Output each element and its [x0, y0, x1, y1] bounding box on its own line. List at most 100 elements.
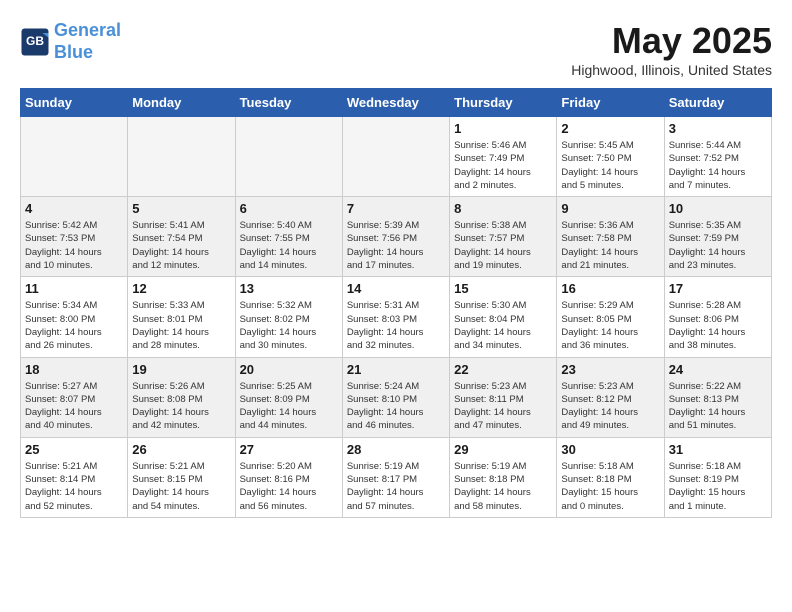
table-cell: 10 Sunrise: 5:35 AM Sunset: 7:59 PM Dayli… [664, 197, 771, 277]
table-cell: 5 Sunrise: 5:41 AM Sunset: 7:54 PM Daylig… [128, 197, 235, 277]
day-number: 2 [561, 121, 659, 136]
day-info: Sunrise: 5:38 AM Sunset: 7:57 PM Dayligh… [454, 219, 552, 272]
day-info: Sunrise: 5:25 AM Sunset: 8:09 PM Dayligh… [240, 380, 338, 433]
table-cell: 8 Sunrise: 5:38 AM Sunset: 7:57 PM Daylig… [450, 197, 557, 277]
table-cell: 22 Sunrise: 5:23 AM Sunset: 8:11 PM Dayli… [450, 357, 557, 437]
logo: GB General Blue [20, 20, 121, 63]
day-number: 30 [561, 442, 659, 457]
table-cell: 28 Sunrise: 5:19 AM Sunset: 8:17 PM Dayli… [342, 437, 449, 517]
day-info: Sunrise: 5:40 AM Sunset: 7:55 PM Dayligh… [240, 219, 338, 272]
table-cell: 19Sunrise: 5:26 AM Sunset: 8:08 PM Dayli… [128, 357, 235, 437]
title-area: May 2025 Highwood, Illinois, United Stat… [571, 20, 772, 78]
col-thursday: Thursday [450, 89, 557, 117]
logo-line2: Blue [54, 42, 93, 62]
day-number: 5 [132, 201, 230, 216]
logo-icon: GB [20, 27, 50, 57]
table-cell: 25 Sunrise: 5:21 AM Sunset: 8:14 PM Dayli… [21, 437, 128, 517]
day-info: Sunrise: 5:19 AM Sunset: 8:17 PM Dayligh… [347, 460, 445, 513]
table-cell: 31 Sunrise: 5:18 AM Sunset: 8:19 PM Dayli… [664, 437, 771, 517]
day-number: 17 [669, 281, 767, 296]
table-cell: 4 Sunrise: 5:42 AM Sunset: 7:53 PM Daylig… [21, 197, 128, 277]
day-number: 26 [132, 442, 230, 457]
month-title: May 2025 [571, 20, 772, 62]
day-info: Sunrise: 5:28 AM Sunset: 8:06 PM Dayligh… [669, 299, 767, 352]
calendar-row: 4 Sunrise: 5:42 AM Sunset: 7:53 PM Daylig… [21, 197, 772, 277]
day-number: 12 [132, 281, 230, 296]
day-number: 11 [25, 281, 123, 296]
day-info: Sunrise: 5:24 AM Sunset: 8:10 PM Dayligh… [347, 380, 445, 433]
table-cell [342, 117, 449, 197]
day-number: 4 [25, 201, 123, 216]
table-cell: 6 Sunrise: 5:40 AM Sunset: 7:55 PM Daylig… [235, 197, 342, 277]
day-info: Sunrise: 5:34 AM Sunset: 8:00 PM Dayligh… [25, 299, 123, 352]
col-monday: Monday [128, 89, 235, 117]
header-row: Sunday Monday Tuesday Wednesday Thursday… [21, 89, 772, 117]
table-cell: 14Sunrise: 5:31 AM Sunset: 8:03 PM Dayli… [342, 277, 449, 357]
day-info: Sunrise: 5:41 AM Sunset: 7:54 PM Dayligh… [132, 219, 230, 272]
svg-text:GB: GB [26, 34, 44, 48]
table-cell: 11 Sunrise: 5:34 AM Sunset: 8:00 PM Dayli… [21, 277, 128, 357]
col-friday: Friday [557, 89, 664, 117]
day-info: Sunrise: 5:35 AM Sunset: 7:59 PM Dayligh… [669, 219, 767, 272]
day-number: 13 [240, 281, 338, 296]
day-info: Sunrise: 5:44 AM Sunset: 7:52 PM Dayligh… [669, 139, 767, 192]
day-number: 21 [347, 362, 445, 377]
day-info: Sunrise: 5:18 AM Sunset: 8:18 PM Dayligh… [561, 460, 659, 513]
table-cell: 1Sunrise: 5:46 AM Sunset: 7:49 PM Daylig… [450, 117, 557, 197]
calendar-row: 25 Sunrise: 5:21 AM Sunset: 8:14 PM Dayli… [21, 437, 772, 517]
day-number: 25 [25, 442, 123, 457]
day-number: 7 [347, 201, 445, 216]
day-number: 3 [669, 121, 767, 136]
day-number: 18 [25, 362, 123, 377]
day-number: 22 [454, 362, 552, 377]
table-cell: 2Sunrise: 5:45 AM Sunset: 7:50 PM Daylig… [557, 117, 664, 197]
calendar-row: 1Sunrise: 5:46 AM Sunset: 7:49 PM Daylig… [21, 117, 772, 197]
table-cell: 20 Sunrise: 5:25 AM Sunset: 8:09 PM Dayli… [235, 357, 342, 437]
day-info: Sunrise: 5:18 AM Sunset: 8:19 PM Dayligh… [669, 460, 767, 513]
day-number: 20 [240, 362, 338, 377]
day-number: 16 [561, 281, 659, 296]
col-tuesday: Tuesday [235, 89, 342, 117]
day-info: Sunrise: 5:22 AM Sunset: 8:13 PM Dayligh… [669, 380, 767, 433]
day-info: Sunrise: 5:32 AM Sunset: 8:02 PM Dayligh… [240, 299, 338, 352]
day-info: Sunrise: 5:21 AM Sunset: 8:14 PM Dayligh… [25, 460, 123, 513]
table-cell [21, 117, 128, 197]
day-info: Sunrise: 5:36 AM Sunset: 7:58 PM Dayligh… [561, 219, 659, 272]
day-info: Sunrise: 5:21 AM Sunset: 8:15 PM Dayligh… [132, 460, 230, 513]
day-number: 6 [240, 201, 338, 216]
day-number: 23 [561, 362, 659, 377]
day-number: 27 [240, 442, 338, 457]
logo-text: General Blue [54, 20, 121, 63]
table-cell: 17 Sunrise: 5:28 AM Sunset: 8:06 PM Dayli… [664, 277, 771, 357]
day-info: Sunrise: 5:23 AM Sunset: 8:11 PM Dayligh… [454, 380, 552, 433]
col-saturday: Saturday [664, 89, 771, 117]
table-cell: 7Sunrise: 5:39 AM Sunset: 7:56 PM Daylig… [342, 197, 449, 277]
table-cell: 23 Sunrise: 5:23 AM Sunset: 8:12 PM Dayli… [557, 357, 664, 437]
col-wednesday: Wednesday [342, 89, 449, 117]
table-cell: 29Sunrise: 5:19 AM Sunset: 8:18 PM Dayli… [450, 437, 557, 517]
table-cell: 21 Sunrise: 5:24 AM Sunset: 8:10 PM Dayli… [342, 357, 449, 437]
calendar-row: 18 Sunrise: 5:27 AM Sunset: 8:07 PM Dayli… [21, 357, 772, 437]
day-number: 14 [347, 281, 445, 296]
day-info: Sunrise: 5:19 AM Sunset: 8:18 PM Dayligh… [454, 460, 552, 513]
day-number: 31 [669, 442, 767, 457]
location: Highwood, Illinois, United States [571, 62, 772, 78]
calendar-row: 11 Sunrise: 5:34 AM Sunset: 8:00 PM Dayli… [21, 277, 772, 357]
col-sunday: Sunday [21, 89, 128, 117]
day-info: Sunrise: 5:30 AM Sunset: 8:04 PM Dayligh… [454, 299, 552, 352]
calendar-table: Sunday Monday Tuesday Wednesday Thursday… [20, 88, 772, 518]
day-info: Sunrise: 5:23 AM Sunset: 8:12 PM Dayligh… [561, 380, 659, 433]
day-info: Sunrise: 5:27 AM Sunset: 8:07 PM Dayligh… [25, 380, 123, 433]
day-number: 1 [454, 121, 552, 136]
table-cell [128, 117, 235, 197]
table-cell: 3 Sunrise: 5:44 AM Sunset: 7:52 PM Daylig… [664, 117, 771, 197]
day-number: 28 [347, 442, 445, 457]
day-number: 24 [669, 362, 767, 377]
table-cell: 15Sunrise: 5:30 AM Sunset: 8:04 PM Dayli… [450, 277, 557, 357]
day-info: Sunrise: 5:33 AM Sunset: 8:01 PM Dayligh… [132, 299, 230, 352]
day-number: 8 [454, 201, 552, 216]
day-number: 10 [669, 201, 767, 216]
logo-line1: General [54, 20, 121, 40]
day-info: Sunrise: 5:42 AM Sunset: 7:53 PM Dayligh… [25, 219, 123, 272]
table-cell: 16Sunrise: 5:29 AM Sunset: 8:05 PM Dayli… [557, 277, 664, 357]
